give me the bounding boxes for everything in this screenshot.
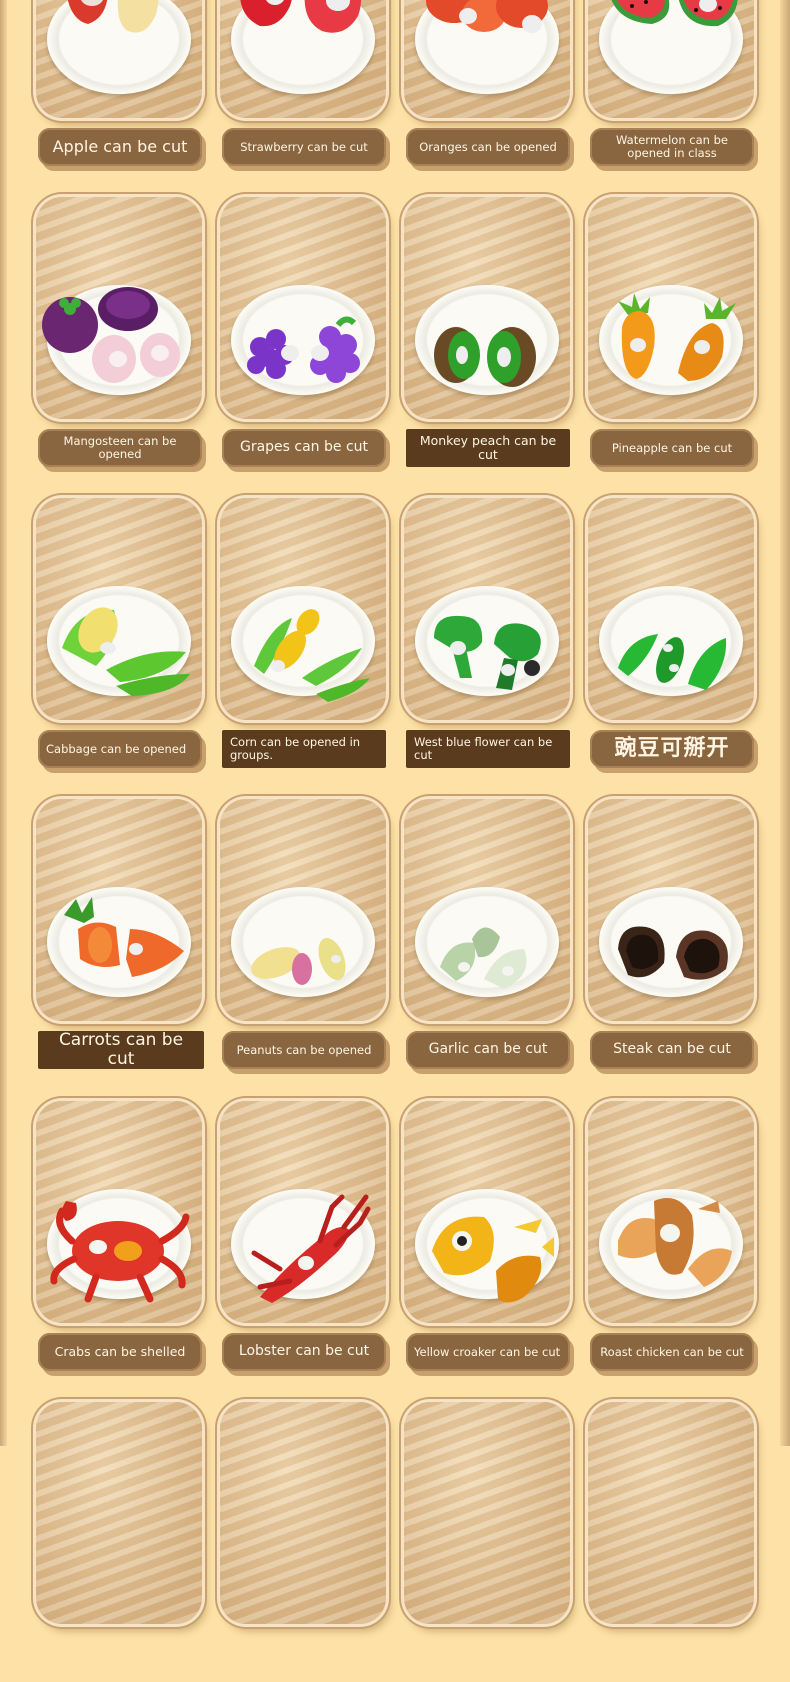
photo-frame: [220, 498, 386, 720]
food-card-apple: Apple can be cut: [36, 0, 208, 176]
photo-frame: [404, 1402, 570, 1624]
photo-frame: [588, 1101, 754, 1323]
peas-toy-image: [618, 634, 727, 690]
food-card-peanut: Peanuts can be opened: [220, 799, 392, 1079]
strawberry-toy-image: [240, 0, 361, 33]
food-card-label: Yellow croaker can be cut: [406, 1333, 570, 1371]
food-card-partial: [220, 1402, 392, 1682]
garlic-toy-image: [440, 927, 527, 989]
pineapple-toy-image: [618, 293, 736, 381]
photo-frame: [36, 0, 202, 118]
food-card-cabbage: Cabbage can be opened: [36, 498, 208, 778]
photo-frame: [220, 197, 386, 419]
fish-toy-image: [432, 1216, 554, 1303]
photo-frame: [588, 197, 754, 419]
food-card-pineapple: Pineapple can be cut: [588, 197, 760, 477]
food-card-partial: [588, 1402, 760, 1682]
food-card-lobster: Lobster can be cut: [220, 1101, 392, 1381]
food-card-mangosteen: Mangosteen can be opened: [36, 197, 208, 477]
photo-frame: [404, 197, 570, 419]
chicken-toy-image: [618, 1198, 732, 1287]
corn-toy-image: [254, 609, 370, 702]
food-card-kiwi: Monkey peach can be cut: [404, 197, 576, 477]
food-card-label: Steak can be cut: [590, 1031, 754, 1069]
food-card-strawberry: Strawberry can be cut: [220, 0, 392, 176]
carrot-toy-image: [64, 897, 184, 977]
grid-row: Mangosteen can be opened Grapes can be c…: [36, 197, 760, 477]
food-card-label: Monkey peach can be cut: [406, 429, 570, 467]
food-card-label: Grapes can be cut: [222, 429, 386, 467]
food-card-label: Cabbage can be opened: [38, 730, 202, 768]
food-card-label: Roast chicken can be cut: [590, 1333, 754, 1371]
photo-frame: [36, 1402, 202, 1624]
food-card-label: Apple can be cut: [38, 128, 202, 166]
photo-frame: [588, 0, 754, 118]
food-card-steak: Steak can be cut: [588, 799, 760, 1079]
food-card-label: Corn can be opened in groups.: [222, 730, 386, 768]
food-card-label: West blue flower can be cut: [406, 730, 570, 768]
photo-frame: [36, 1101, 202, 1323]
food-card-partial: [404, 1402, 576, 1682]
orange-toy-image: [426, 0, 548, 33]
left-border: [0, 0, 7, 1446]
food-card-watermelon: Watermelon can be opened in class: [588, 0, 760, 176]
food-card-broccoli: West blue flower can be cut: [404, 498, 576, 778]
food-card-corn: Corn can be opened in groups.: [220, 498, 392, 778]
photo-frame: [36, 197, 202, 419]
lobster-toy-image: [251, 1194, 371, 1303]
food-card-label: 豌豆可掰开: [590, 730, 754, 768]
food-card-carrot: Carrots can be cut: [36, 799, 208, 1079]
photo-frame: [36, 799, 202, 1021]
food-card-peas: 豌豆可掰开: [588, 498, 760, 778]
food-card-label: Crabs can be shelled: [38, 1333, 202, 1371]
grid-row: Crabs can be shelled Lobster can be cut: [36, 1101, 760, 1381]
food-card-orange: Oranges can be opened: [404, 0, 576, 176]
food-card-label: Watermelon can be opened in class: [590, 128, 754, 166]
food-card-grapes: Grapes can be cut: [220, 197, 392, 477]
photo-frame: [404, 1101, 570, 1323]
food-card-label: Carrots can be cut: [38, 1031, 204, 1069]
crab-toy-image: [50, 1201, 190, 1303]
grid-row: [36, 1402, 760, 1682]
food-card-label: Garlic can be cut: [406, 1031, 570, 1069]
steak-toy-image: [618, 926, 728, 980]
food-card-fish: Yellow croaker can be cut: [404, 1101, 576, 1381]
food-card-label: Pineapple can be cut: [590, 429, 754, 467]
photo-frame: [220, 1402, 386, 1624]
cabbage-toy-image: [62, 607, 190, 696]
grid-row: Carrots can be cut Peanuts can be opened: [36, 799, 760, 1079]
food-card-label: Peanuts can be opened: [222, 1031, 386, 1069]
mangosteen-toy-image: [42, 287, 180, 383]
kiwi-toy-image: [434, 327, 536, 387]
broccoli-toy-image: [434, 615, 541, 690]
food-card-label: Strawberry can be cut: [222, 128, 386, 166]
food-card-label: Oranges can be opened: [406, 128, 570, 166]
photo-frame: [36, 498, 202, 720]
grid-row: Apple can be cut Strawberry can be cut O…: [36, 0, 760, 176]
grapes-toy-image: [247, 316, 360, 383]
peanut-toy-image: [251, 937, 346, 985]
photo-frame: [588, 1402, 754, 1624]
food-card-label: Mangosteen can be opened: [38, 429, 202, 467]
food-card-label: Lobster can be cut: [222, 1333, 386, 1371]
food-card-chicken: Roast chicken can be cut: [588, 1101, 760, 1381]
apple-toy-image: [67, 0, 159, 33]
photo-frame: [404, 799, 570, 1021]
photo-frame: [220, 0, 386, 118]
photo-frame: [220, 1101, 386, 1323]
photo-frame: [588, 498, 754, 720]
photo-frame: [220, 799, 386, 1021]
food-card-partial: [36, 1402, 208, 1682]
photo-frame: [404, 0, 570, 118]
food-card-garlic: Garlic can be cut: [404, 799, 576, 1079]
grid-row: Cabbage can be opened Corn can be opened…: [36, 498, 760, 778]
right-border: [780, 0, 790, 1446]
photo-frame: [404, 498, 570, 720]
photo-frame: [588, 799, 754, 1021]
watermelon-toy-image: [611, 0, 738, 27]
food-card-crab: Crabs can be shelled: [36, 1101, 208, 1381]
